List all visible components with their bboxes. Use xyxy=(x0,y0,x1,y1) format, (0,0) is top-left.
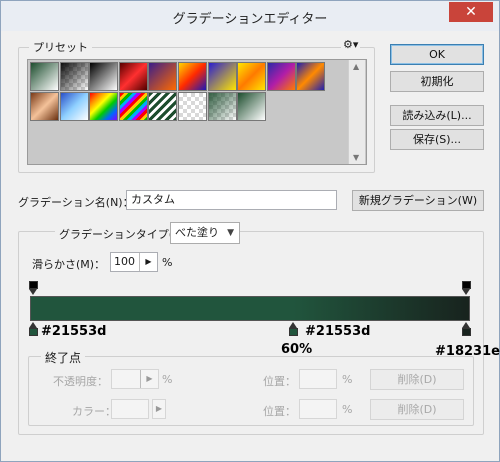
gradient-type-select[interactable]: べた塗り ▼ xyxy=(170,222,240,244)
preset-swatch[interactable] xyxy=(178,92,207,121)
preset-swatch[interactable] xyxy=(148,62,178,91)
chevron-down-icon: ▼ xyxy=(227,228,234,238)
color-stop-0[interactable] xyxy=(29,322,38,336)
preset-swatch[interactable] xyxy=(118,92,148,121)
preset-swatch[interactable] xyxy=(237,62,267,91)
preset-list[interactable] xyxy=(27,59,367,165)
delete-opacity-stop-button[interactable]: 削除(D) xyxy=(370,369,464,390)
smoothness-value: 100 xyxy=(114,255,135,268)
opacity-unit: % xyxy=(162,373,173,386)
color-label: カラー： xyxy=(72,405,116,418)
location-unit-color: % xyxy=(342,403,353,416)
location-input-color[interactable] xyxy=(299,399,337,419)
title-bar: グラデーションエディター ✕ xyxy=(1,1,499,31)
presets-legend: プリセット xyxy=(29,39,92,55)
new-gradient-button[interactable]: 新規グラデーション(W) xyxy=(352,190,484,211)
preset-swatch[interactable] xyxy=(148,92,178,121)
stops-legend: 終了点 xyxy=(41,349,86,366)
color-stop-60[interactable] xyxy=(289,322,298,336)
presets-menu-icon[interactable]: ⚙▾ xyxy=(341,38,361,51)
preset-swatch[interactable] xyxy=(178,62,207,91)
preset-swatch[interactable] xyxy=(89,92,119,121)
preset-swatch[interactable] xyxy=(266,62,296,91)
load-button[interactable]: 読み込み(L)... xyxy=(390,105,484,126)
color-swatch[interactable] xyxy=(111,399,149,419)
location-label-color: 位置： xyxy=(263,405,296,418)
opacity-label: 不透明度： xyxy=(53,375,108,388)
smoothness-input[interactable]: 100 ▶ xyxy=(110,252,158,272)
smoothness-unit: % xyxy=(162,256,173,269)
window-title: グラデーションエディター xyxy=(172,12,328,27)
preset-swatch[interactable] xyxy=(207,92,237,121)
location-input-opacity[interactable] xyxy=(299,369,337,389)
opacity-stop-left[interactable] xyxy=(29,281,38,295)
gradient-type-value: べた塗り xyxy=(175,226,219,239)
reset-button[interactable]: 初期化 xyxy=(390,71,484,92)
gradient-preview-bar[interactable] xyxy=(30,296,470,321)
color-stop-60-label: #21553d xyxy=(305,324,371,339)
preset-swatch[interactable] xyxy=(59,92,89,121)
location-label-opacity: 位置： xyxy=(263,375,296,388)
preset-swatch[interactable] xyxy=(296,62,326,91)
color-stop-100[interactable] xyxy=(462,322,471,336)
color-menu-arrow[interactable]: ▶ xyxy=(152,399,166,419)
preset-swatch[interactable] xyxy=(89,62,119,91)
delete-color-stop-button[interactable]: 削除(D) xyxy=(370,399,464,420)
close-button[interactable]: ✕ xyxy=(449,2,493,22)
ok-button[interactable]: OK xyxy=(390,44,484,65)
preset-swatch[interactable] xyxy=(207,62,237,91)
preset-scrollbar[interactable]: ▲ ▼ xyxy=(348,60,365,164)
save-button[interactable]: 保存(S)... xyxy=(390,129,484,150)
smoothness-label: 滑らかさ(M)： xyxy=(32,258,106,271)
gradient-editor-window: グラデーションエディター ✕ プリセット ⚙▾ ▲ ▼ OK 初期化 読み込み(… xyxy=(0,0,500,462)
gradient-name-label: グラデーション名(N)： xyxy=(18,196,134,209)
color-stop-0-label: #21553d xyxy=(41,324,107,339)
color-stop-60-position-label: 60% xyxy=(281,342,313,357)
opacity-input[interactable]: ▶ xyxy=(111,369,159,389)
preset-swatch[interactable] xyxy=(118,62,148,91)
location-unit-opacity: % xyxy=(342,373,353,386)
preset-swatch[interactable] xyxy=(59,62,89,91)
smoothness-stepper-arrow[interactable]: ▶ xyxy=(139,253,157,271)
gradient-name-input[interactable]: カスタム xyxy=(126,190,337,210)
opacity-stop-right[interactable] xyxy=(462,281,471,295)
preset-swatch[interactable] xyxy=(30,92,59,121)
preset-swatch[interactable] xyxy=(237,92,267,121)
preset-swatch[interactable] xyxy=(30,62,59,91)
opacity-stepper-arrow[interactable]: ▶ xyxy=(140,370,158,388)
